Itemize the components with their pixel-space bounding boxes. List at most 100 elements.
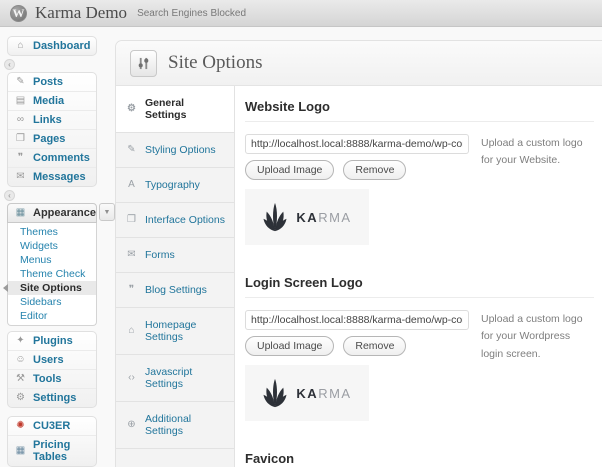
remove-button[interactable]: Remove (343, 160, 406, 180)
sidebar-item-label: Dashboard (33, 40, 90, 52)
comment-bubble-icon: ❞ (125, 284, 138, 296)
envelope-icon: ✉ (125, 249, 138, 261)
plus-circle-icon: ⊕ (125, 419, 138, 431)
gear-icon: ⚙ (125, 103, 138, 115)
pages-icon: ❐ (14, 133, 27, 145)
sidebar-item-label: Media (33, 95, 64, 107)
tab-label: Styling Options (145, 144, 216, 156)
field-description: Upload a custom logo for your Wordpress … (481, 310, 594, 421)
section-login-screen-logo: Login Screen LogoUpload ImageRemove KARM… (245, 275, 594, 421)
sidebar-item-label: Tools (33, 373, 62, 385)
sidebar-item-media[interactable]: ▤ Media (8, 92, 96, 111)
search-engines-blocked-link[interactable]: Search Engines Blocked (137, 8, 246, 19)
karma-logo-text: KARMA (296, 210, 351, 225)
settings-icon: ⚙ (14, 392, 27, 404)
main-panel: Site Options ⚙ General Settings ✎ Styling O… (115, 40, 602, 467)
sidebar-item-plugins[interactable]: ✦Plugins (8, 332, 96, 351)
tab-interface-options[interactable]: ❐ Interface Options (116, 203, 234, 238)
sidebar-item-label: Pricing Tables (33, 439, 92, 463)
sidebar-item-label: Posts (33, 76, 63, 88)
section-title: Website Logo (245, 99, 594, 122)
sidebar-item-appearance[interactable]: ▦ Appearance (7, 203, 97, 223)
users-icon: ☺ (14, 354, 27, 366)
sidebar-item-label: Users (33, 354, 64, 366)
submenu-item-theme-check[interactable]: Theme Check (8, 267, 96, 281)
karma-leaf-icon (262, 378, 288, 408)
submenu-item-editor[interactable]: Editor (8, 309, 96, 323)
sidebar-item-label: Comments (33, 152, 90, 164)
sidebar-item-settings[interactable]: ⚙ Settings (8, 389, 96, 407)
karma-logo-text: KARMA (296, 386, 351, 401)
tools-icon: ⚒ (14, 373, 27, 385)
karma-leaf-icon (262, 202, 288, 232)
sidebar-item-label: Messages (33, 171, 86, 183)
sidebar-item-label: Links (33, 114, 62, 126)
tab-general-settings[interactable]: ⚙ General Settings (116, 86, 234, 133)
messages-icon: ✉ (14, 171, 27, 183)
sidebar-item-messages[interactable]: ✉ Messages (8, 168, 96, 186)
tab-forms[interactable]: ✉Forms (116, 238, 234, 273)
upload-image-button[interactable]: Upload Image (245, 160, 334, 180)
tab-typography[interactable]: A Typography (116, 168, 234, 203)
typography-icon: A (125, 179, 138, 191)
home-icon: ⌂ (125, 325, 138, 337)
tab-styling-options[interactable]: ✎ Styling Options (116, 133, 234, 168)
upload-image-button[interactable]: Upload Image (245, 336, 334, 356)
settings-tabs: ⚙ General Settings ✎ Styling Options A Typogr… (116, 86, 235, 467)
page-title: Site Options (168, 52, 262, 74)
media-icon: ▤ (14, 95, 27, 107)
tab-blog-settings[interactable]: ❞ Blog Settings (116, 273, 234, 308)
tab-label: Interface Options (145, 214, 225, 226)
appearance-dropdown-arrow-icon[interactable]: ▼ (99, 203, 115, 221)
brush-icon: ✎ (125, 144, 138, 156)
interface-icon: ❐ (125, 214, 138, 226)
login-screen-logo-url-input[interactable] (245, 310, 469, 330)
code-icon: ‹› (125, 372, 138, 384)
sidebar-item-dashboard[interactable]: ⌂ Dashboard (8, 37, 96, 55)
submenu-item-themes[interactable]: Themes (8, 225, 96, 239)
submenu-item-menus[interactable]: Menus (8, 253, 96, 267)
settings-content: Website Logo Upload Image Remove KARMA Uplo… (235, 86, 602, 467)
wordpress-logo-icon[interactable]: W (10, 5, 27, 22)
logo-preview: KARMA (245, 189, 369, 245)
sidebar-item-label: Appearance (33, 207, 96, 219)
submenu-item-site-options[interactable]: Site Options (8, 281, 96, 295)
sidebar-item-links[interactable]: ∞ Links (8, 111, 96, 130)
logo-preview: KARMA (245, 365, 369, 421)
remove-button[interactable]: Remove (343, 336, 406, 356)
submenu-item-sidebars[interactable]: Sidebars (8, 295, 96, 309)
pencil-icon: ✎ (14, 76, 27, 88)
sidebar-collapse-icon[interactable]: ‹ (4, 190, 15, 201)
site-name-link[interactable]: Karma Demo (35, 3, 127, 23)
tab-homepage-settings[interactable]: ⌂Homepage Settings (116, 308, 234, 355)
comment-bubble-icon: ❞ (14, 152, 27, 164)
plugin-icon: ✦ (14, 335, 27, 347)
website-logo-url-input[interactable] (245, 134, 469, 154)
tab-label: General Settings (145, 97, 228, 121)
sidebar-item-pages[interactable]: ❐Pages (8, 130, 96, 149)
sidebar-item-comments[interactable]: ❞ Comments (8, 149, 96, 168)
sidebar-item-cu3er[interactable]: ✺ CU3ER (8, 417, 96, 436)
cu3er-icon: ✺ (14, 420, 27, 432)
pricing-tables-icon: ▦ (14, 445, 27, 457)
page-header: Site Options (116, 41, 602, 86)
tab-label: Additional Settings (145, 413, 228, 437)
admin-sidebar: ⌂ Dashboard ‹ ✎ Posts ▤ Media ∞ Links ❐Pages ❞ C… (0, 27, 115, 467)
link-icon: ∞ (14, 114, 27, 126)
submenu-item-widgets[interactable]: Widgets (8, 239, 96, 253)
sidebar-item-posts[interactable]: ✎ Posts (8, 73, 96, 92)
tab-additional-settings[interactable]: ⊕ Additional Settings (116, 402, 234, 449)
sidebar-item-label: CU3ER (33, 420, 70, 432)
tab-label: Typography (145, 179, 200, 191)
appearance-icon: ▦ (14, 207, 27, 219)
sidebar-item-tools[interactable]: ⚒ Tools (8, 370, 96, 389)
sidebar-item-users[interactable]: ☺ Users (8, 351, 96, 370)
sidebar-item-label: Settings (33, 392, 76, 404)
sidebar-item-pricing-tables[interactable]: ▦ Pricing Tables (8, 436, 96, 466)
section-title: Favicon (245, 451, 594, 467)
admin-topbar: W Karma Demo Search Engines Blocked (0, 0, 602, 27)
tab-javascript-settings[interactable]: ‹›Javascript Settings (116, 355, 234, 402)
sidebar-collapse-icon[interactable]: ‹ (4, 59, 15, 70)
home-icon: ⌂ (14, 40, 27, 52)
tab-label: Blog Settings (145, 284, 207, 296)
